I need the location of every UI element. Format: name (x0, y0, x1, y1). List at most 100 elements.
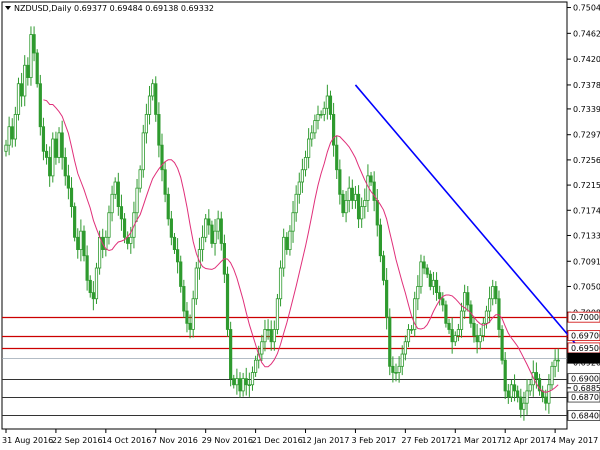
candle-body (491, 286, 495, 300)
x-tick-label: 22 Sep 2016 (52, 436, 103, 445)
candle-body (166, 193, 170, 220)
candle-body (213, 230, 217, 244)
candle-body (135, 187, 139, 214)
candle-body (444, 304, 448, 324)
candle-body (191, 298, 195, 330)
candle-body (216, 218, 220, 232)
candle-body (297, 181, 301, 195)
x-tick-label: 31 Aug 2016 (2, 436, 53, 445)
candle-body (275, 298, 280, 330)
candle-body (319, 114, 323, 116)
candle-body (185, 310, 189, 324)
candle-body (534, 372, 539, 380)
candlestick-chart[interactable]: 0.75040 0.74620 0.74200 0.73780 0.73390 0.729… (0, 0, 600, 450)
x-tick-label: 21 Mar 2017 (451, 436, 502, 445)
candle-body (388, 316, 392, 367)
candle-body (403, 341, 407, 355)
candle-body (525, 390, 529, 404)
candle-body (157, 114, 161, 146)
candle-body (207, 218, 211, 226)
candle-body (300, 169, 305, 183)
candle-body (76, 236, 80, 250)
candle-body (38, 83, 42, 128)
candle-body (512, 384, 517, 392)
candle-body (60, 132, 64, 158)
candle-body (88, 279, 92, 294)
candle-body (500, 329, 504, 361)
candle-body (44, 150, 49, 158)
candle-body (303, 157, 308, 171)
candle-body (16, 83, 21, 115)
price-label-text: 0.69332 (571, 354, 600, 363)
candle-body (506, 390, 510, 398)
candle-body (316, 114, 320, 121)
candle-body (247, 384, 251, 386)
candle-body (113, 181, 117, 195)
candle-body (238, 378, 242, 392)
y-tick-label: 0.70500 (573, 282, 600, 291)
candle-body (394, 372, 398, 374)
candle-body (344, 200, 348, 214)
candle-body (459, 310, 464, 330)
candle-body (544, 396, 548, 404)
candle-body (29, 34, 33, 78)
x-tick-label: 29 Nov 2016 (202, 436, 253, 445)
candle-body (63, 157, 67, 177)
y-tick-label: 0.73780 (573, 81, 600, 90)
candle-body (313, 120, 317, 134)
candle-body (69, 187, 74, 207)
y-tick-label: 0.71740 (573, 206, 600, 215)
candle-body (478, 335, 482, 343)
chart-header: NZDUSD,Daily 0.69377 0.69484 0.69138 0.6… (14, 4, 214, 13)
candle-body (381, 255, 386, 281)
candle-body (235, 378, 239, 386)
candle-body (141, 132, 145, 171)
candle-body (219, 218, 223, 244)
candle-body (154, 83, 158, 115)
candle-body (175, 249, 180, 263)
candle-body (338, 169, 342, 195)
candle-body (144, 114, 148, 134)
candle-body (466, 292, 470, 306)
candle-body (194, 267, 198, 300)
candle-body (509, 384, 514, 398)
candle-body (232, 378, 236, 386)
candle-body (54, 138, 58, 158)
candle-body (282, 236, 286, 269)
candle-body (425, 267, 429, 275)
candle-body (138, 169, 142, 189)
candle-body (475, 335, 479, 343)
candle-body (291, 212, 295, 232)
candle-body (328, 95, 333, 115)
candle-body (353, 193, 358, 201)
candle-body (434, 279, 439, 294)
candle-body (310, 132, 314, 140)
candle-body (406, 329, 411, 343)
candle-body (369, 175, 373, 183)
y-tick-label: 0.70910 (573, 257, 600, 266)
candle-body (244, 378, 248, 386)
candle-body (260, 341, 264, 355)
candle-body (269, 329, 273, 343)
candle-body (85, 255, 89, 281)
candle-body (487, 298, 492, 312)
candle-body (497, 298, 501, 330)
price-label-text: 0.69500 (571, 344, 600, 353)
candle-body (210, 224, 214, 244)
candle-body (241, 378, 245, 392)
x-tick-label: 14 Oct 2016 (102, 436, 151, 445)
candle-body (23, 64, 27, 97)
chart-window[interactable]: 0.75040 0.74620 0.74200 0.73780 0.73390 0.729… (0, 0, 600, 450)
candle-body (441, 298, 445, 306)
candle-body (516, 390, 520, 398)
candle-body (503, 359, 507, 392)
candle-body (19, 83, 24, 97)
candle-body (453, 335, 457, 343)
candle-body (26, 64, 30, 78)
price-label-text: 0.68700 (571, 393, 600, 402)
candle-body (288, 230, 292, 250)
candle-body (472, 322, 476, 337)
price-label-text: 0.68400 (571, 411, 600, 420)
x-tick-label: 3 Feb 2017 (351, 436, 396, 445)
candle-body (225, 273, 230, 330)
